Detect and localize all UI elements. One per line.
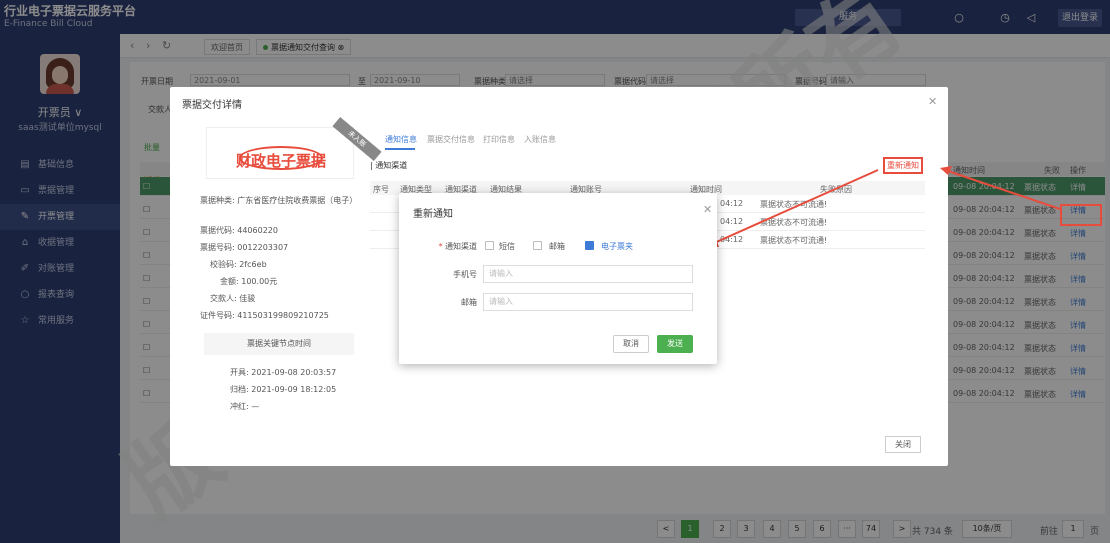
arrow-line: [711, 169, 879, 245]
arrow-line: [944, 169, 1061, 210]
email-label: 邮箱: [549, 242, 565, 251]
email-input[interactable]: 请输入: [483, 293, 693, 311]
close-icon[interactable]: ✕: [703, 203, 712, 216]
sms-label: 短信: [499, 242, 515, 251]
email-field-label: 邮箱: [461, 298, 477, 307]
email-checkbox[interactable]: [533, 241, 542, 250]
e-wallet-label: 电子票夹: [601, 242, 633, 251]
cancel-button[interactable]: 取消: [613, 335, 649, 353]
arrow-head: [940, 166, 952, 175]
send-button[interactable]: 发送: [657, 335, 693, 353]
phone-input[interactable]: 请输入: [483, 265, 693, 283]
dialog-title: 重新通知: [413, 209, 453, 220]
phone-label: 手机号: [453, 270, 477, 279]
channel-label: * 通知渠道: [438, 242, 477, 251]
renotify-dialog: 重新通知 ✕ * 通知渠道 短信 邮箱 电子票夹 手机号 请输入 邮箱 请输入 …: [399, 193, 717, 364]
sms-checkbox[interactable]: [485, 241, 494, 250]
e-wallet-checkbox[interactable]: [585, 241, 594, 250]
